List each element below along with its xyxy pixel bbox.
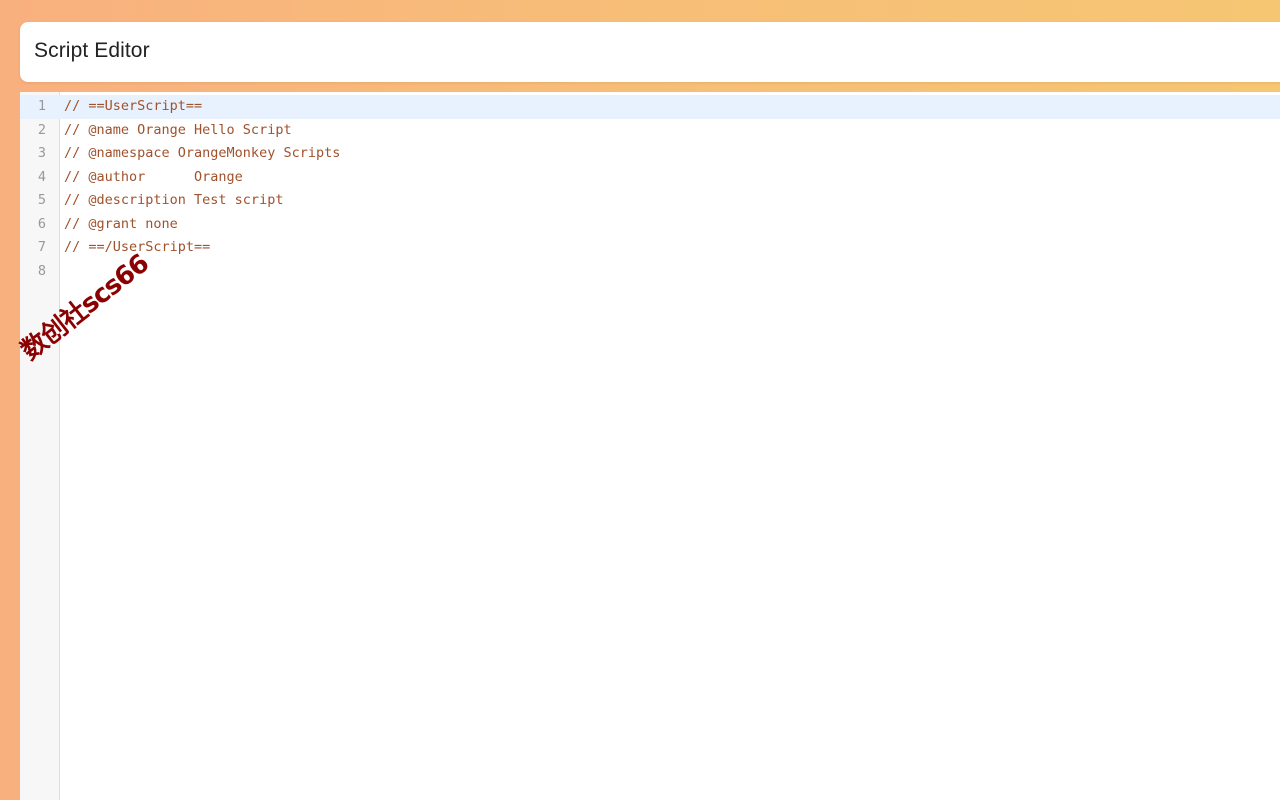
line-text[interactable]: // @grant none bbox=[64, 213, 178, 237]
line-text[interactable]: // @namespace OrangeMonkey Scripts bbox=[64, 142, 340, 166]
code-line[interactable]: 3 // @namespace OrangeMonkey Scripts bbox=[20, 142, 1280, 166]
line-text[interactable]: // @author Orange bbox=[64, 166, 243, 190]
line-number: 3 bbox=[37, 145, 46, 161]
line-number: 4 bbox=[37, 168, 46, 185]
page-title: Script Editor bbox=[34, 39, 150, 62]
code-line[interactable]: 5 // @description Test script bbox=[20, 189, 1280, 213]
code-line[interactable]: 4 // @author Orange bbox=[20, 166, 1280, 190]
code-line[interactable]: 8 bbox=[20, 260, 1280, 284]
line-number: 2 bbox=[37, 121, 46, 138]
line-number: 6 bbox=[37, 215, 46, 232]
code-line[interactable]: 7 // ==/UserScript== bbox=[20, 236, 1280, 260]
code-editor[interactable]: 1 // ==UserScript== 2 // @name Orange He… bbox=[20, 92, 1280, 800]
code-line[interactable]: 6 // @grant none bbox=[20, 213, 1280, 237]
line-number: 8 bbox=[37, 262, 46, 279]
line-number: 5 bbox=[37, 192, 46, 208]
code-line[interactable]: 1 // ==UserScript== bbox=[20, 95, 1280, 119]
line-number: 7 bbox=[37, 239, 46, 255]
line-text[interactable]: // @name Orange Hello Script bbox=[64, 119, 292, 143]
line-text[interactable]: // @description Test script bbox=[64, 189, 283, 213]
code-line[interactable]: 2 // @name Orange Hello Script bbox=[20, 119, 1280, 143]
editor-header: Script Editor bbox=[20, 22, 1280, 82]
line-number: 1 bbox=[37, 98, 46, 114]
line-text[interactable]: // ==UserScript== bbox=[64, 95, 202, 119]
code-lines: 1 // ==UserScript== 2 // @name Orange He… bbox=[20, 95, 1280, 283]
